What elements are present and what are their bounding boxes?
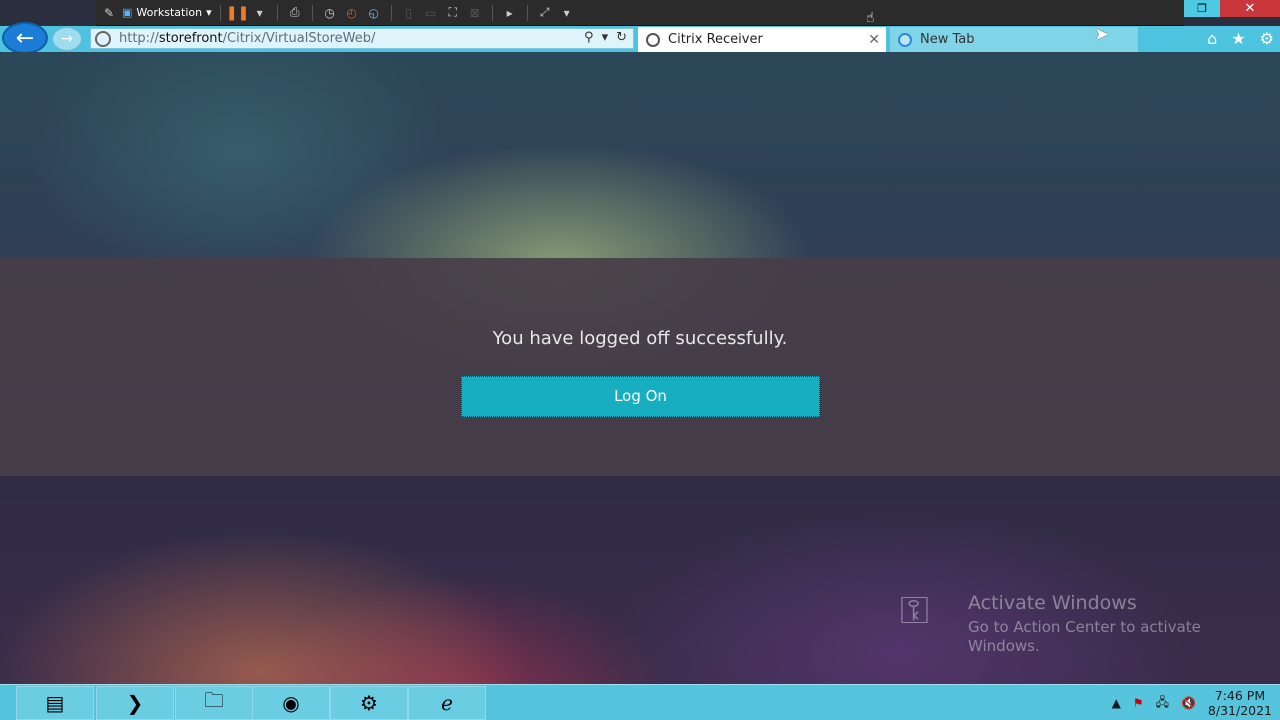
console-icon[interactable]: ▸ <box>501 4 519 22</box>
pause-icon[interactable]: ❚❚ <box>226 4 249 22</box>
revert-snapshot-icon[interactable]: ◴ <box>343 4 361 22</box>
server-manager-icon[interactable]: ▤ <box>16 686 94 720</box>
separator <box>219 4 221 21</box>
tab-citrix-receiver[interactable]: Citrix Receiver ✕ <box>638 27 886 52</box>
stretch-icon[interactable]: ⤢ <box>536 4 554 22</box>
restore-button[interactable]: ❐ <box>1184 0 1220 17</box>
clock-time: 7:46 PM <box>1214 688 1266 703</box>
file-explorer-icon[interactable]: 🗀 <box>175 686 253 720</box>
tab-label: Citrix Receiver <box>668 32 763 47</box>
logoff-panel <box>0 258 1280 476</box>
activate-title: Activate Windows <box>968 592 1137 614</box>
internet-explorer-icon[interactable]: ℯ <box>408 686 486 720</box>
vm-icon: ▣ <box>122 6 133 19</box>
powershell-icon[interactable]: ❯ <box>96 686 174 720</box>
citrix-favicon-icon <box>646 32 660 47</box>
system-tray: ▲ ⚑ 🖧 🔇 7:46 PM 8/31/2021 <box>1112 685 1272 720</box>
taskbar: ▤ ❯ 🗀 ◉ ⚙ ℯ ▲ ⚑ 🖧 🔇 7:46 PM 8/31/2021 <box>0 684 1280 720</box>
separator <box>276 4 278 21</box>
mouse-cursor-icon: ☝ <box>866 10 875 26</box>
tools-gear-icon[interactable]: ⚙ <box>1260 29 1274 48</box>
home-icon[interactable]: ⌂ <box>1207 29 1217 48</box>
url-path: /Citrix/VirtualStoreWeb/ <box>222 31 376 46</box>
address-tools: ⚲ ▾ ↻ <box>584 30 627 45</box>
vm-name: Workstation <box>136 6 203 19</box>
vm-toolbar: ✎ ▣ Workstation ▾ ❚❚ ▾ ⎙ ◷ ◴ ◵ ▯ ▭ ⛶ ⊠ ▸… <box>96 0 1184 26</box>
key-icon: ⚿ <box>900 588 929 632</box>
clock-date: 8/31/2021 <box>1207 703 1272 718</box>
show-hidden-icons-icon[interactable]: ▲ <box>1112 696 1121 710</box>
snapshot-icon[interactable]: ◷ <box>321 4 339 22</box>
browser-bar: ← → http:// storefront /Citrix/VirtualSt… <box>0 22 1280 54</box>
browser-tools: ⌂ ★ ⚙ <box>1207 29 1274 48</box>
vm-selector[interactable]: ▣ Workstation ▾ <box>122 6 212 19</box>
dropdown-arrow-icon[interactable]: ▾ <box>251 4 269 22</box>
dropdown-arrow-icon[interactable]: ▾ <box>558 4 576 22</box>
log-on-button[interactable]: Log On <box>461 376 820 417</box>
fullscreen-icon[interactable]: ⛶ <box>444 4 462 22</box>
separator <box>390 4 392 21</box>
tab-label: New Tab <box>920 32 975 47</box>
close-tab-icon[interactable]: ✕ <box>868 32 880 48</box>
url-prefix: http:// <box>119 31 159 46</box>
activate-subtitle: Go to Action Center to activate Windows. <box>968 618 1201 655</box>
logoff-message: You have logged off successfully. <box>492 328 788 349</box>
dropdown-arrow-icon: ▾ <box>206 6 212 19</box>
refresh-icon[interactable]: ↻ <box>616 30 627 45</box>
settings-gears-icon[interactable]: ⚙ <box>330 686 408 720</box>
unity-icon[interactable]: ⊠ <box>466 4 484 22</box>
snapshot-manager-icon[interactable]: ◵ <box>365 4 383 22</box>
clock[interactable]: 7:46 PM 8/31/2021 <box>1208 688 1272 718</box>
favorites-star-icon[interactable]: ★ <box>1231 29 1245 48</box>
separator <box>491 4 493 21</box>
sidebar-icon[interactable]: ▯ <box>400 4 418 22</box>
address-bar[interactable]: http:// storefront /Citrix/VirtualStoreW… <box>90 28 634 49</box>
forward-button[interactable]: → <box>52 27 82 51</box>
volume-muted-icon[interactable]: 🔇 <box>1181 696 1196 710</box>
ie-favicon-icon <box>898 32 912 47</box>
dropdown-arrow-icon[interactable]: ▾ <box>602 30 609 45</box>
citrix-page: You have logged off successfully. Log On… <box>0 52 1280 684</box>
url-host: storefront <box>158 31 223 46</box>
page-icon <box>95 30 111 47</box>
network-icon[interactable]: 🖧 <box>1156 693 1169 714</box>
search-icon[interactable]: ⚲ <box>584 30 594 45</box>
back-button[interactable]: ← <box>2 22 48 54</box>
separator <box>311 4 313 21</box>
window-controls: ❐ ✕ <box>1184 0 1280 17</box>
send-ctrl-alt-del-icon[interactable]: ⎙ <box>286 4 304 22</box>
close-button[interactable]: ✕ <box>1220 0 1280 17</box>
action-center-flag-icon[interactable]: ⚑ <box>1133 696 1144 710</box>
chrome-icon[interactable]: ◉ <box>252 686 330 720</box>
separator <box>526 4 528 21</box>
pin-icon[interactable]: ✎ <box>100 4 118 22</box>
mouse-cursor-icon: ➤ <box>1094 24 1110 45</box>
thumbnail-icon[interactable]: ▭ <box>422 4 440 22</box>
